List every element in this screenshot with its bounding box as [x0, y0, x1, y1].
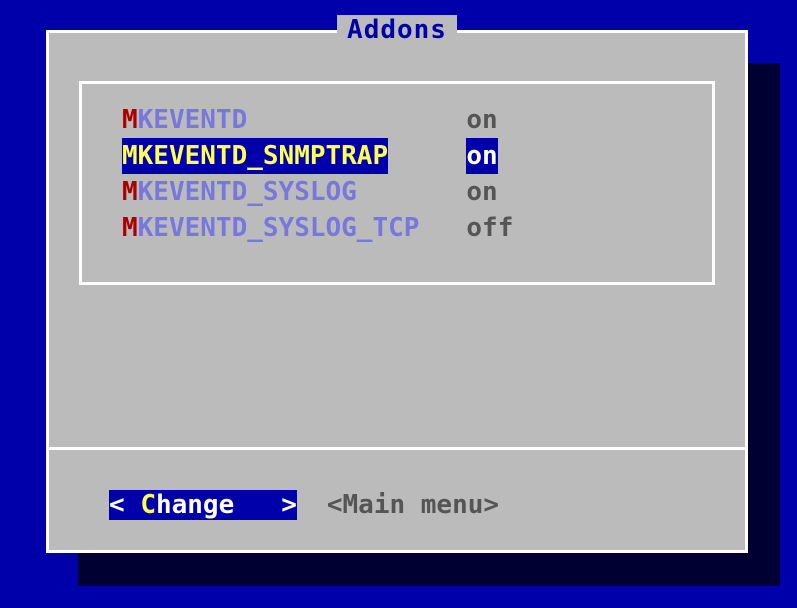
item-label: KEVENTD_SYSLOG [138, 174, 357, 210]
item-status: on [466, 174, 497, 210]
item-status: on [466, 102, 497, 138]
item-hotkey: M [122, 174, 138, 210]
item-hotkey: M [122, 138, 138, 174]
list-item[interactable]: MKEVENTD_SYSLOG_TCP off [122, 210, 672, 246]
item-hotkey: M [122, 102, 138, 138]
change-button[interactable]: < Change > [109, 490, 297, 520]
item-label: KEVENTD_SNMPTRAP [138, 138, 388, 174]
list-item[interactable]: MKEVENTD_SYSLOG on [122, 174, 672, 210]
item-status: off [466, 210, 513, 246]
list-item[interactable]: MKEVENTD on [122, 102, 672, 138]
button-divider [49, 447, 745, 450]
item-spacer [419, 210, 466, 246]
item-label: KEVENTD [138, 102, 248, 138]
item-spacer [388, 138, 466, 174]
addons-dialog: Addons MKEVENTD onMKEVENTD_SNMPTRAP onMK… [46, 30, 748, 553]
item-status: on [466, 138, 497, 174]
change-button-hotkey: C [140, 490, 156, 520]
dialog-title: Addons [337, 15, 457, 45]
item-spacer [357, 174, 467, 210]
item-label: KEVENTD_SYSLOG_TCP [138, 210, 420, 246]
button-bar: < Change > <Main menu> [109, 490, 499, 520]
list-item[interactable]: MKEVENTD_SNMPTRAP on [122, 138, 672, 174]
change-button-label: hange > [156, 490, 297, 520]
mainmenu-button[interactable]: <Main menu> [327, 490, 499, 520]
options-list: MKEVENTD onMKEVENTD_SNMPTRAP onMKEVENTD_… [79, 81, 715, 285]
item-spacer [247, 102, 466, 138]
change-button-pre: < [109, 490, 140, 520]
item-hotkey: M [122, 210, 138, 246]
